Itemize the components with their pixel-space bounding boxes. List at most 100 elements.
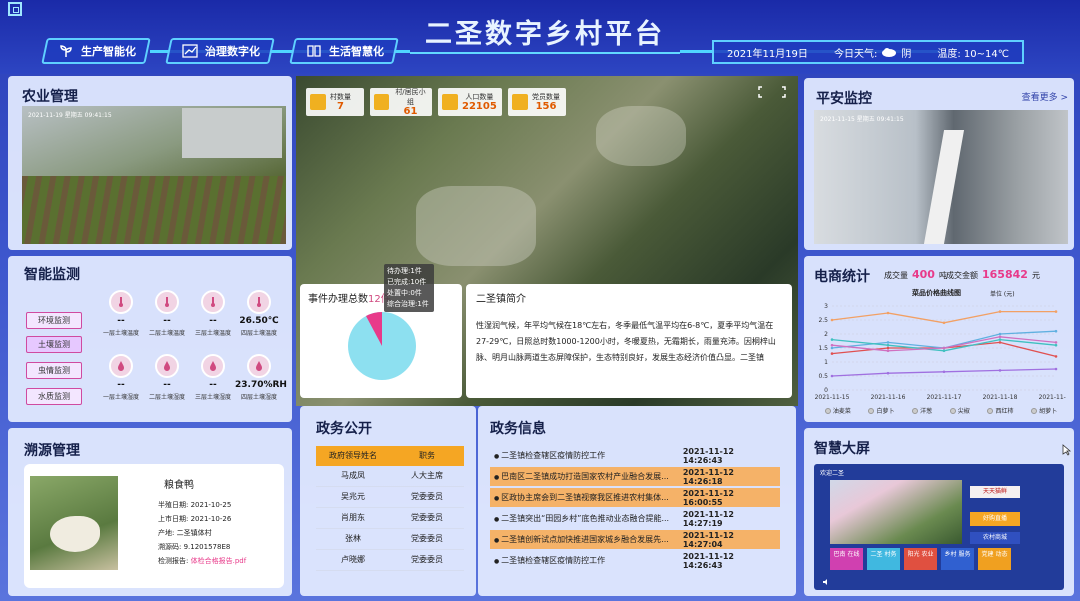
data-point[interactable] — [830, 338, 834, 341]
fullscreen-icon[interactable] — [8, 2, 22, 16]
page-title: 二圣数字乡村平台 — [410, 12, 680, 54]
screen-tile[interactable]: 巴南 在线 — [830, 548, 863, 570]
data-point[interactable] — [886, 371, 890, 375]
soil-temp-item: -- 二层土壤温度 — [144, 290, 190, 337]
gov-table: 政府领导姓名 职务 马成凤 人大主席 吴兆元 党委委员 肖朋东 党委委员 张林 党委委员… — [316, 446, 464, 571]
data-point[interactable] — [998, 310, 1002, 313]
news-item-date: 2021-11-12 14:27:19 — [682, 509, 734, 528]
cell-name: 张林 — [345, 534, 361, 543]
screen-tile[interactable]: 乡村 服务 — [941, 548, 974, 570]
news-item-title: 二圣镇检查辖区疫情防控工作 — [494, 450, 683, 461]
date-text: 2021年11月19日 — [727, 48, 808, 60]
stat-party: 党员数量 156 — [508, 88, 566, 116]
news-item[interactable]: 二圣镇检查辖区疫情防控工作2021-11-12 14:26:43 — [490, 446, 780, 465]
news-item[interactable]: 二圣镇检查辖区疫情防控工作2021-11-12 14:26:43 — [490, 551, 780, 570]
y-tick-label: 2 — [824, 331, 828, 338]
screen-tile[interactable]: 党建 动态 — [978, 548, 1011, 570]
tab-life[interactable]: 生活智慧化 — [289, 38, 399, 64]
legend-item[interactable]: 洋葱 — [912, 406, 932, 415]
soil-humidity-value: -- — [209, 380, 217, 390]
farm-camera-feed[interactable]: 2021-11-19 星期五 09:41:15 — [22, 106, 286, 244]
legend-label: 洋葱 — [920, 408, 933, 415]
data-point[interactable] — [942, 346, 946, 350]
legend-item[interactable]: 尖椒 — [949, 406, 970, 415]
news-item[interactable]: 二圣镇创新试点加快推进国家城乡融合发展先...2021-11-12 14:27:… — [490, 530, 780, 549]
data-point[interactable] — [830, 352, 834, 355]
temp-value: 10~14℃ — [963, 48, 1009, 60]
data-point[interactable] — [942, 321, 946, 325]
data-point[interactable] — [886, 311, 890, 315]
trace-field: 半殖日期: 2021-10-25 — [158, 498, 246, 512]
weather-label: 今日天气: — [833, 48, 878, 60]
tab-production[interactable]: 生产智能化 — [41, 38, 151, 64]
data-point[interactable] — [942, 349, 946, 353]
pest-monitor-button[interactable]: 虫情监测 — [26, 362, 82, 379]
table-row[interactable]: 卢晓娜 党委委员 — [316, 550, 464, 571]
water-monitor-button[interactable]: 水质监测 — [26, 388, 82, 405]
data-point[interactable] — [942, 370, 946, 374]
screen-tile[interactable]: 阳光 农业 — [904, 548, 937, 570]
data-point[interactable] — [1054, 367, 1058, 371]
data-point[interactable] — [998, 341, 1002, 344]
road-line — [923, 130, 965, 244]
data-point[interactable] — [998, 335, 1002, 339]
cell-title: 党委委员 — [411, 513, 443, 522]
series-line[interactable] — [831, 310, 1056, 324]
data-point[interactable] — [998, 332, 1002, 336]
tab-governance-label: 治理数字化 — [205, 45, 260, 58]
report-link[interactable]: 体检合格报告.pdf — [191, 557, 247, 565]
data-point[interactable] — [1054, 355, 1058, 358]
field-label: 产地: — [158, 529, 175, 537]
map-zoom-icon[interactable] — [758, 86, 786, 98]
screen-tile[interactable]: 二圣 村务 — [867, 548, 900, 570]
cell-name: 卢晓娜 — [341, 555, 365, 564]
news-item[interactable]: 区政协主席会到二圣镇视察我区推进农村集体...2021-11-12 16:00:… — [490, 488, 780, 507]
data-point[interactable] — [886, 346, 890, 350]
screen-side-item[interactable]: 农村商城 — [970, 532, 1020, 544]
data-point[interactable] — [830, 346, 834, 350]
events-pie-chart[interactable] — [346, 310, 418, 382]
cell-title: 党委委员 — [411, 534, 443, 543]
legend-label: 油麦菜 — [832, 408, 851, 415]
price-line-chart[interactable]: 0 0.5 1 1.5 2 2.5 3 2021-11-15 2021-11-16 2021-11… — [812, 300, 1066, 404]
amount-unit: 元 — [1031, 271, 1040, 280]
data-point[interactable] — [886, 349, 890, 353]
data-point[interactable] — [1054, 341, 1058, 344]
y-tick-label: 1.5 — [818, 345, 828, 352]
screen-side-item[interactable]: 天天猫鲜 — [970, 486, 1020, 498]
news-item[interactable]: 巴南区二圣镇成功打造国家农村产业融合发展...2021-11-12 14:26:… — [490, 467, 780, 486]
smart-screen-preview[interactable]: 欢迎二圣 天天猫鲜 好购直播 农村商城 巴南 在线 二圣 村务 阳光 农业 乡村 服务… — [814, 464, 1064, 590]
soil-monitor-button[interactable]: 土壤监测 — [26, 336, 82, 353]
data-point[interactable] — [830, 374, 834, 378]
legend-item[interactable]: 油麦菜 — [824, 406, 851, 415]
table-row[interactable]: 吴兆元 党委委员 — [316, 487, 464, 508]
env-monitor-button[interactable]: 环境监测 — [26, 312, 82, 329]
news-item[interactable]: 二圣镇突出“田园乡村”底色推动业态融合提能...2021-11-12 14:27… — [490, 509, 780, 528]
data-point[interactable] — [830, 318, 834, 322]
legend-item[interactable]: 西红柿 — [987, 406, 1013, 415]
data-point[interactable] — [998, 338, 1002, 341]
data-point[interactable] — [830, 343, 834, 347]
security-camera-feed[interactable]: 2021-11-15 星期五 09:41:15 — [814, 110, 1068, 244]
duck-photo — [30, 476, 118, 570]
security-more-link[interactable]: 查看更多 > — [1022, 90, 1068, 103]
stat-value: 156 — [535, 101, 557, 112]
legend-marker — [868, 407, 875, 414]
table-row[interactable]: 马成凤 人大主席 — [316, 466, 464, 487]
data-point[interactable] — [1054, 343, 1058, 347]
data-point[interactable] — [886, 341, 890, 344]
y-tick-label: 3 — [824, 303, 828, 310]
table-row[interactable]: 肖朋东 党委委员 — [316, 508, 464, 529]
screen-side-item[interactable]: 好购直播 — [970, 512, 1020, 526]
tab-governance[interactable]: 治理数字化 — [165, 38, 275, 64]
data-point[interactable] — [998, 369, 1002, 372]
trace-card[interactable]: 粮食鸭 半殖日期: 2021-10-25 上市日期: 2021-10-26 产地… — [24, 464, 284, 588]
legend-item[interactable]: 白萝卜 — [868, 406, 894, 415]
speaker-icon[interactable] — [822, 578, 830, 586]
data-point[interactable] — [1054, 329, 1058, 333]
stat-label: 村/居民小组 — [395, 88, 426, 106]
legend-item[interactable]: 胡萝卜 — [1031, 406, 1057, 415]
data-point[interactable] — [1054, 310, 1058, 313]
table-row[interactable]: 张林 党委委员 — [316, 529, 464, 550]
data-point[interactable] — [886, 343, 890, 347]
